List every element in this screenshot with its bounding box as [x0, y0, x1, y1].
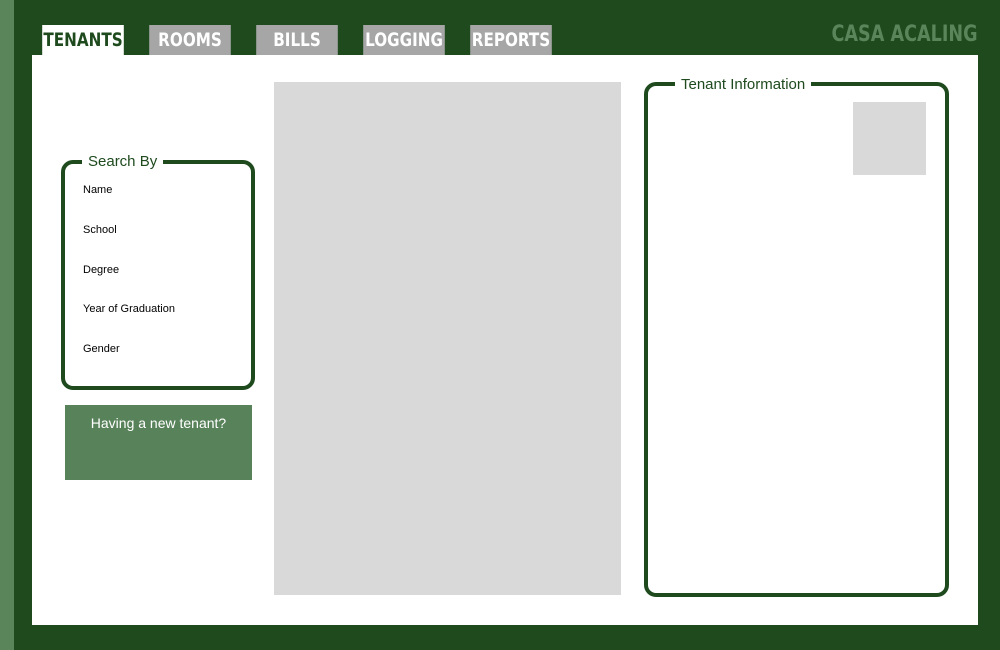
search-option-school[interactable]: School	[83, 224, 117, 236]
main-panel: Search By Name School Degree Year of Gra…	[32, 55, 978, 625]
tab-rooms-label[interactable]: ROOMS	[149, 25, 231, 55]
left-strip	[0, 0, 14, 650]
tab-bills[interactable]: BILLS	[246, 25, 348, 55]
search-option-gender[interactable]: Gender	[83, 343, 120, 355]
search-option-degree[interactable]: Degree	[83, 264, 119, 276]
tenant-information-group: Tenant Information	[644, 75, 949, 597]
tab-rooms[interactable]: ROOMS	[139, 25, 241, 55]
tenant-information-legend: Tenant Information	[675, 75, 812, 95]
search-option-year-of-graduation[interactable]: Year of Graduation	[83, 303, 175, 315]
tab-bills-label[interactable]: BILLS	[256, 25, 338, 55]
main-tabs: TENANTS ROOMS BILLS LOGGING REPORTS	[32, 25, 567, 55]
tab-reports-label[interactable]: REPORTS	[470, 25, 552, 55]
new-tenant-button[interactable]: Having a new tenant?	[65, 405, 252, 480]
tab-reports[interactable]: REPORTS	[460, 25, 562, 55]
brand-title: CASA ACALING	[831, 22, 978, 47]
tab-logging-label[interactable]: LOGGING	[363, 25, 445, 55]
tenant-results-list[interactable]	[274, 82, 621, 595]
search-option-name[interactable]: Name	[83, 184, 112, 196]
search-by-group: Search By Name School Degree Year of Gra…	[61, 152, 255, 390]
tab-tenants[interactable]: TENANTS	[32, 25, 134, 56]
tenant-photo	[853, 102, 926, 175]
tab-tenants-label[interactable]: TENANTS	[42, 25, 124, 55]
search-by-legend: Search By	[82, 152, 164, 172]
new-tenant-label: Having a new tenant?	[90, 415, 227, 431]
tab-logging[interactable]: LOGGING	[353, 25, 455, 55]
